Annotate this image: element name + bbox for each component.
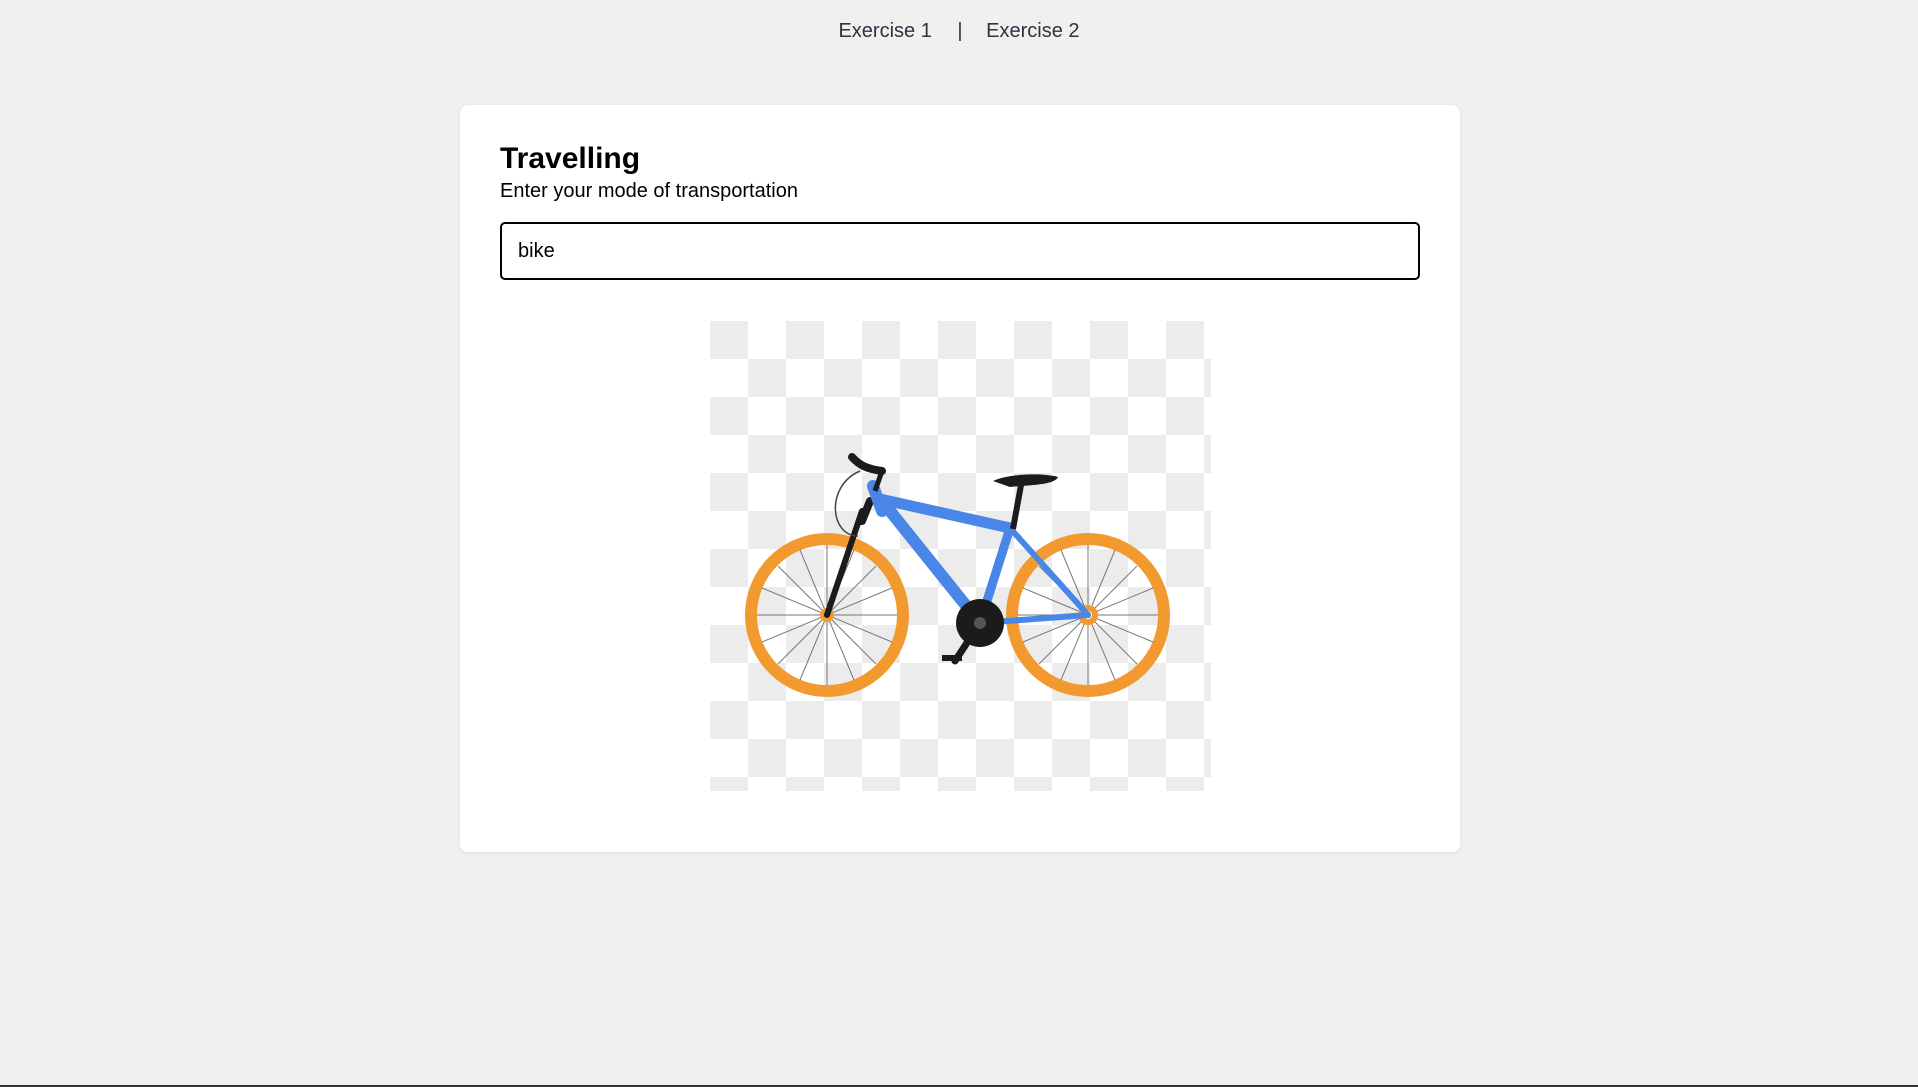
bicycle-image	[710, 321, 1211, 791]
nav-separator: |	[957, 20, 963, 42]
nav-link-exercise-2[interactable]: Exercise 2	[986, 20, 1079, 42]
exercise-card: Travelling Enter your mode of transporta…	[460, 105, 1460, 852]
top-navigation: Exercise 1 | Exercise 2	[0, 20, 1918, 43]
transportation-input[interactable]	[500, 222, 1420, 280]
page-title: Travelling	[500, 142, 641, 175]
nav-link-exercise-1[interactable]: Exercise 1	[838, 20, 931, 42]
instruction-text: Enter your mode of transportation	[500, 180, 798, 202]
